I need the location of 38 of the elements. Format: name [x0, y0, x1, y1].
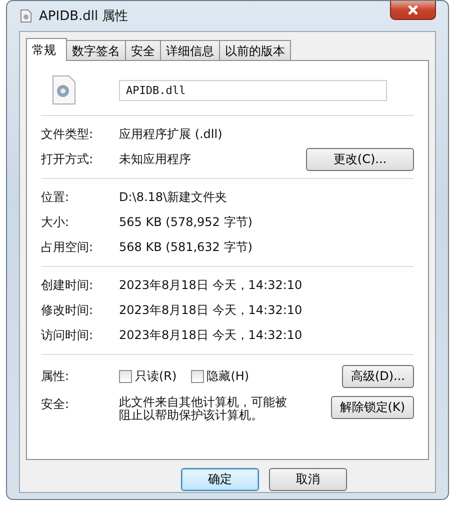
field-value: 2023年8月18日 今天，14:32:10 [119, 327, 304, 344]
field-label: 访问时间: [41, 327, 94, 344]
field-value: 应用程序扩展 (.dll) [119, 126, 224, 143]
field-value: 565 KB (578,952 字节) [119, 214, 254, 231]
field-label: 创建时间: [41, 277, 94, 294]
tab[interactable]: 以前的版本 [219, 40, 291, 60]
field-label: 占用空间: [41, 239, 94, 256]
field-label: 位置: [41, 189, 70, 206]
field-value: 2023年8月18日 今天，14:32:10 [119, 277, 304, 294]
checkbox-label: 隐藏(H) [206, 368, 250, 385]
tab[interactable]: 安全 [125, 40, 161, 60]
field-label: 大小: [41, 214, 70, 231]
file-icon [19, 9, 33, 23]
field-value: D:\8.18\新建文件夹 [119, 189, 228, 206]
field-label: 属性: [41, 368, 70, 385]
dialog-button[interactable]: 确定 [181, 468, 259, 491]
checkbox[interactable] [190, 370, 204, 383]
file-name-field[interactable]: APIDB.dll [119, 80, 387, 100]
field-label: 安全: [41, 396, 70, 413]
checkbox[interactable] [119, 370, 132, 383]
checkbox-label: 只读(R) [135, 368, 177, 385]
security-text: 此文件来自其他计算机，可能被阻止以帮助保护该计算机。 [119, 396, 288, 422]
close-button[interactable] [390, 1, 436, 20]
tab[interactable]: 常规 [26, 38, 67, 61]
field-value: 未知应用程序 [119, 151, 192, 168]
change-button[interactable]: 更改(C)... [306, 148, 414, 171]
tab[interactable]: 数字签名 [66, 40, 126, 60]
field-label: 文件类型: [41, 126, 94, 143]
field-label: 打开方式: [41, 151, 94, 168]
tab[interactable]: 详细信息 [160, 40, 220, 60]
advanced-button[interactable]: 高级(D)... [342, 365, 414, 388]
unblock-button[interactable]: 解除锁定(K) [330, 396, 414, 419]
field-value: 2023年8月18日 今天，14:32:10 [119, 302, 304, 319]
dialog-button[interactable]: 取消 [269, 468, 347, 491]
window-title: APIDB.dll 属性 [39, 8, 130, 25]
field-value: 568 KB (581,632 字节) [119, 239, 254, 256]
close-icon [407, 5, 419, 15]
field-label: 修改时间: [41, 302, 94, 319]
